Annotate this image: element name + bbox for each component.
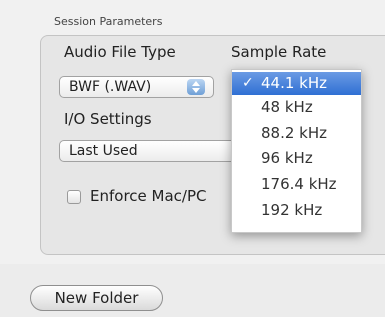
- menu-item-label: 88.2 kHz: [261, 124, 328, 142]
- audio-file-type-popup[interactable]: BWF (.WAV): [59, 76, 214, 98]
- sample-rate-option-48[interactable]: 48 kHz: [232, 96, 361, 119]
- audio-file-type-label: Audio File Type: [64, 43, 176, 61]
- checkmark-icon: ✓: [242, 75, 254, 91]
- io-settings-label: I/O Settings: [64, 110, 152, 128]
- menu-item-label: 176.4 kHz: [261, 175, 337, 193]
- new-folder-button[interactable]: New Folder: [30, 285, 163, 311]
- sample-rate-menu: ✓ 44.1 kHz 48 kHz 88.2 kHz 96 kHz 176.4 …: [231, 69, 362, 233]
- enforce-mac-pc-label: Enforce Mac/PC: [90, 187, 207, 205]
- sample-rate-option-176-4[interactable]: 176.4 kHz: [232, 173, 361, 196]
- menu-item-label: 44.1 kHz: [261, 74, 328, 92]
- menu-item-label: 192 kHz: [261, 201, 323, 219]
- arrow-up-icon: [192, 81, 200, 86]
- arrow-down-icon: [192, 88, 200, 93]
- audio-file-type-value: BWF (.WAV): [69, 79, 152, 95]
- enforce-mac-pc-checkbox[interactable]: [67, 190, 81, 204]
- sample-rate-option-192[interactable]: 192 kHz: [232, 199, 361, 222]
- sample-rate-option-88-2[interactable]: 88.2 kHz: [232, 122, 361, 145]
- session-parameters-label: Session Parameters: [54, 15, 163, 28]
- sample-rate-option-44-1[interactable]: ✓ 44.1 kHz: [232, 72, 361, 95]
- stepper-icon[interactable]: [187, 79, 205, 95]
- menu-item-label: 48 kHz: [261, 98, 313, 116]
- sample-rate-label: Sample Rate: [231, 43, 327, 61]
- menu-item-label: 96 kHz: [261, 149, 313, 167]
- sample-rate-option-96[interactable]: 96 kHz: [232, 147, 361, 170]
- io-settings-value: Last Used: [69, 143, 138, 159]
